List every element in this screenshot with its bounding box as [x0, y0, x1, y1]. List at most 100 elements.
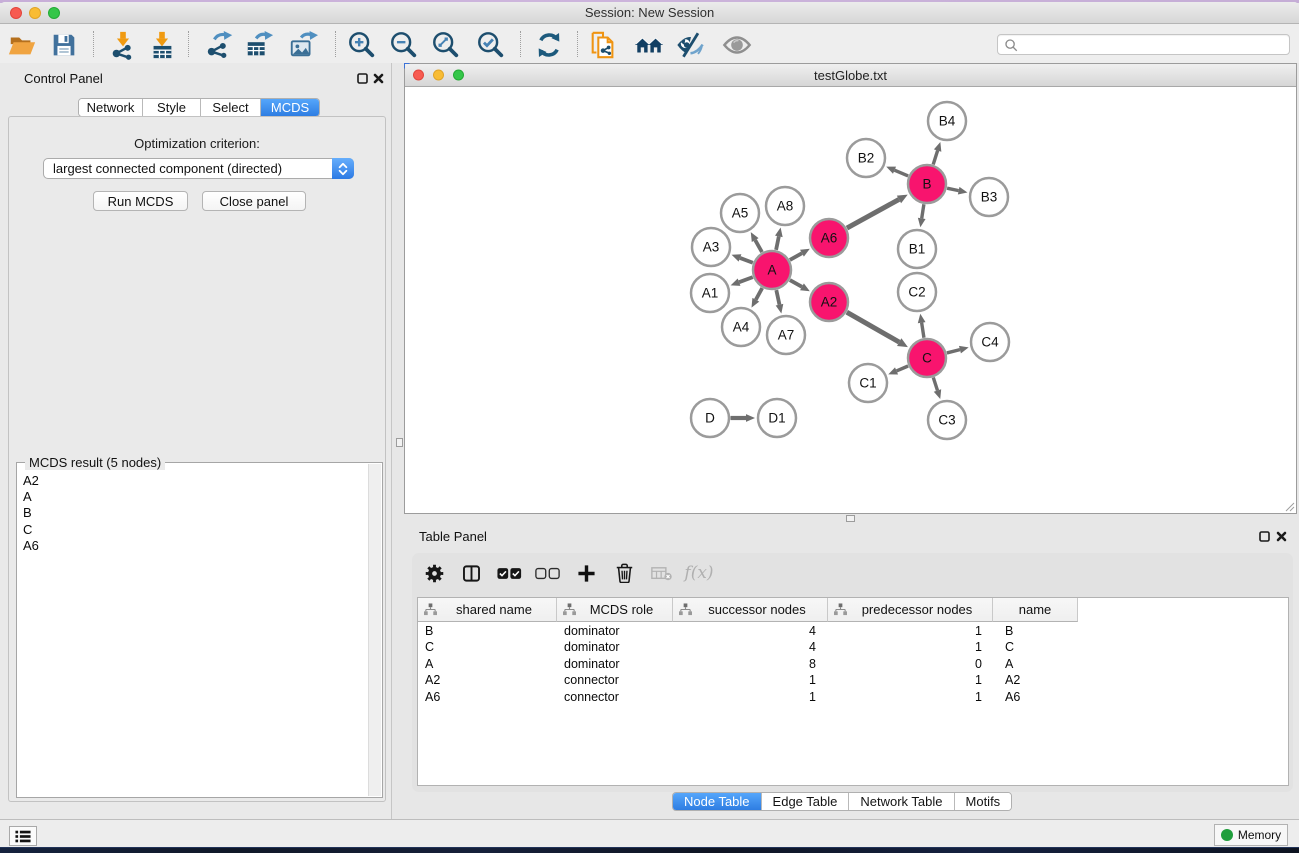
tab-edge-table[interactable]: Edge Table	[762, 793, 850, 810]
table-row[interactable]: C dominator 4 1 C	[418, 639, 1288, 655]
horizontal-splitter-handle[interactable]	[846, 515, 855, 522]
tab-network[interactable]: Network	[79, 99, 143, 116]
split-view-icon[interactable]	[456, 560, 486, 586]
graph-edge-A2-C[interactable]	[847, 312, 899, 342]
tab-mcds[interactable]: MCDS	[261, 99, 319, 116]
run-mcds-button[interactable]: Run MCDS	[93, 191, 188, 211]
deselect-all-icon[interactable]	[532, 560, 562, 586]
export-network-icon[interactable]	[204, 29, 236, 61]
column-header-predecessor-nodes[interactable]: predecessor nodes	[828, 598, 993, 622]
network-canvas[interactable]: B4B2BB3A5A8A6A3B1AA1C2A2A4A7C4CC1C3DD1	[405, 87, 1296, 513]
show-all-icon[interactable]	[721, 29, 753, 61]
column-header-mcds-role[interactable]: MCDS role	[557, 598, 673, 622]
export-table-icon[interactable]	[243, 29, 275, 61]
table-rows: B dominator 4 1 B C dominator 4 1	[418, 623, 1288, 705]
criterion-dropdown-value: largest connected component (directed)	[53, 159, 282, 178]
mcds-result-list[interactable]: A2 A B C A6	[18, 473, 368, 795]
table-header: shared name MCDS role	[418, 598, 1078, 622]
graph-edge-C-C2[interactable]	[922, 323, 924, 338]
tab-node-table[interactable]: Node Table	[673, 793, 762, 810]
settings-gear-icon[interactable]	[419, 560, 449, 586]
control-panel-close-icon[interactable]	[372, 72, 385, 85]
control-panel-tabs: Network Style Select MCDS	[78, 98, 320, 117]
graph-edge-C-C3[interactable]	[933, 378, 937, 391]
zoom-in-icon[interactable]	[346, 29, 378, 61]
table-row[interactable]: A6 connector 1 1 A6	[418, 689, 1288, 705]
tab-motifs[interactable]: Motifs	[955, 793, 1012, 810]
graph-edge-B-B1[interactable]	[922, 204, 924, 218]
graph-edge-B-B4[interactable]	[933, 151, 937, 165]
graph-edge-A-A1[interactable]	[739, 277, 753, 282]
table-panel-body: f(x) shared name	[412, 553, 1293, 792]
result-list-scrollbar[interactable]	[368, 464, 381, 796]
window-resize-grip[interactable]	[1283, 500, 1295, 512]
list-item[interactable]: C	[23, 522, 368, 538]
network-window-titlebar: testGlobe.txt	[405, 64, 1296, 87]
column-header-name[interactable]: name	[993, 598, 1078, 622]
select-all-icon[interactable]	[494, 560, 524, 586]
import-network-icon[interactable]	[107, 29, 139, 61]
graph-edge-A-A4[interactable]	[756, 288, 762, 300]
graph-node-label: C3	[938, 413, 955, 428]
vertical-splitter-handle[interactable]	[396, 438, 403, 447]
first-neighbors-icon[interactable]	[633, 29, 665, 61]
list-item[interactable]: B	[23, 505, 368, 521]
zoom-selected-icon[interactable]	[475, 29, 507, 61]
list-item[interactable]: A6	[23, 538, 368, 554]
graph-edge-C-C1[interactable]	[897, 366, 909, 371]
save-session-icon[interactable]	[48, 29, 80, 61]
export-image-icon[interactable]	[287, 29, 319, 61]
graph-edge-A-A5[interactable]	[755, 240, 762, 252]
graph-node-label: A5	[732, 206, 749, 221]
table-panel-float-icon[interactable]	[1258, 530, 1271, 543]
column-header-shared-name[interactable]: shared name	[418, 598, 557, 622]
control-panel-float-icon[interactable]	[356, 72, 369, 85]
graph-node-label: A4	[733, 320, 750, 335]
toolbar-separator	[577, 31, 578, 57]
graph-arrowhead	[775, 228, 783, 238]
tab-select[interactable]: Select	[201, 99, 261, 116]
search-input[interactable]	[997, 34, 1290, 55]
memory-status-icon	[1221, 829, 1233, 841]
column-header-successor-nodes[interactable]: successor nodes	[673, 598, 828, 622]
graph-edge-C-C4[interactable]	[947, 350, 960, 353]
function-builder-icon[interactable]: f(x)	[684, 560, 714, 586]
task-history-button[interactable]	[9, 826, 37, 846]
graph-edge-B-B2[interactable]	[895, 170, 909, 176]
tab-style[interactable]: Style	[143, 99, 201, 116]
graph-node-label: C	[922, 351, 932, 366]
criterion-dropdown[interactable]: largest connected component (directed)	[43, 158, 354, 179]
import-table-icon[interactable]	[146, 29, 178, 61]
graph-edge-A-A7[interactable]	[776, 290, 779, 305]
table-row[interactable]: A dominator 8 0 A	[418, 656, 1288, 672]
control-panel: Control Panel Network Style Select MCDS …	[0, 63, 392, 820]
graph-node-label: B3	[981, 190, 998, 205]
memory-button[interactable]: Memory	[1214, 824, 1288, 846]
list-item[interactable]: A2	[23, 473, 368, 489]
graph-arrowhead	[918, 218, 926, 227]
desktop: Session: New Session	[0, 0, 1299, 853]
table-panel-tabs: Node Table Edge Table Network Table Moti…	[672, 792, 1012, 811]
zoom-out-icon[interactable]	[388, 29, 420, 61]
table-row[interactable]: B dominator 4 1 B	[418, 623, 1288, 639]
zoom-fit-icon[interactable]	[430, 29, 462, 61]
graph-edge-A-A6[interactable]	[790, 253, 802, 260]
open-session-icon[interactable]	[6, 29, 38, 61]
graph-edge-A-A2[interactable]	[790, 280, 802, 287]
new-network-from-selection-icon[interactable]	[587, 29, 619, 61]
table-panel-close-icon[interactable]	[1275, 530, 1288, 543]
graph-edge-A-A8[interactable]	[776, 236, 779, 250]
list-item[interactable]: A	[23, 489, 368, 505]
apply-layout-icon[interactable]	[533, 29, 565, 61]
graph-edge-A-A3[interactable]	[740, 258, 753, 263]
add-column-icon[interactable]	[571, 560, 601, 586]
tab-network-table[interactable]: Network Table	[849, 793, 954, 810]
table-row[interactable]: A2 connector 1 1 A2	[418, 672, 1288, 688]
graph-edge-B-B3[interactable]	[947, 188, 959, 190]
delete-column-icon[interactable]	[609, 560, 639, 586]
delete-table-icon[interactable]	[646, 560, 676, 586]
close-panel-button[interactable]: Close panel	[202, 191, 306, 211]
graph-edge-A6-B[interactable]	[847, 199, 899, 228]
hide-selected-icon[interactable]	[674, 29, 706, 61]
graph-node-label: B1	[909, 242, 926, 257]
